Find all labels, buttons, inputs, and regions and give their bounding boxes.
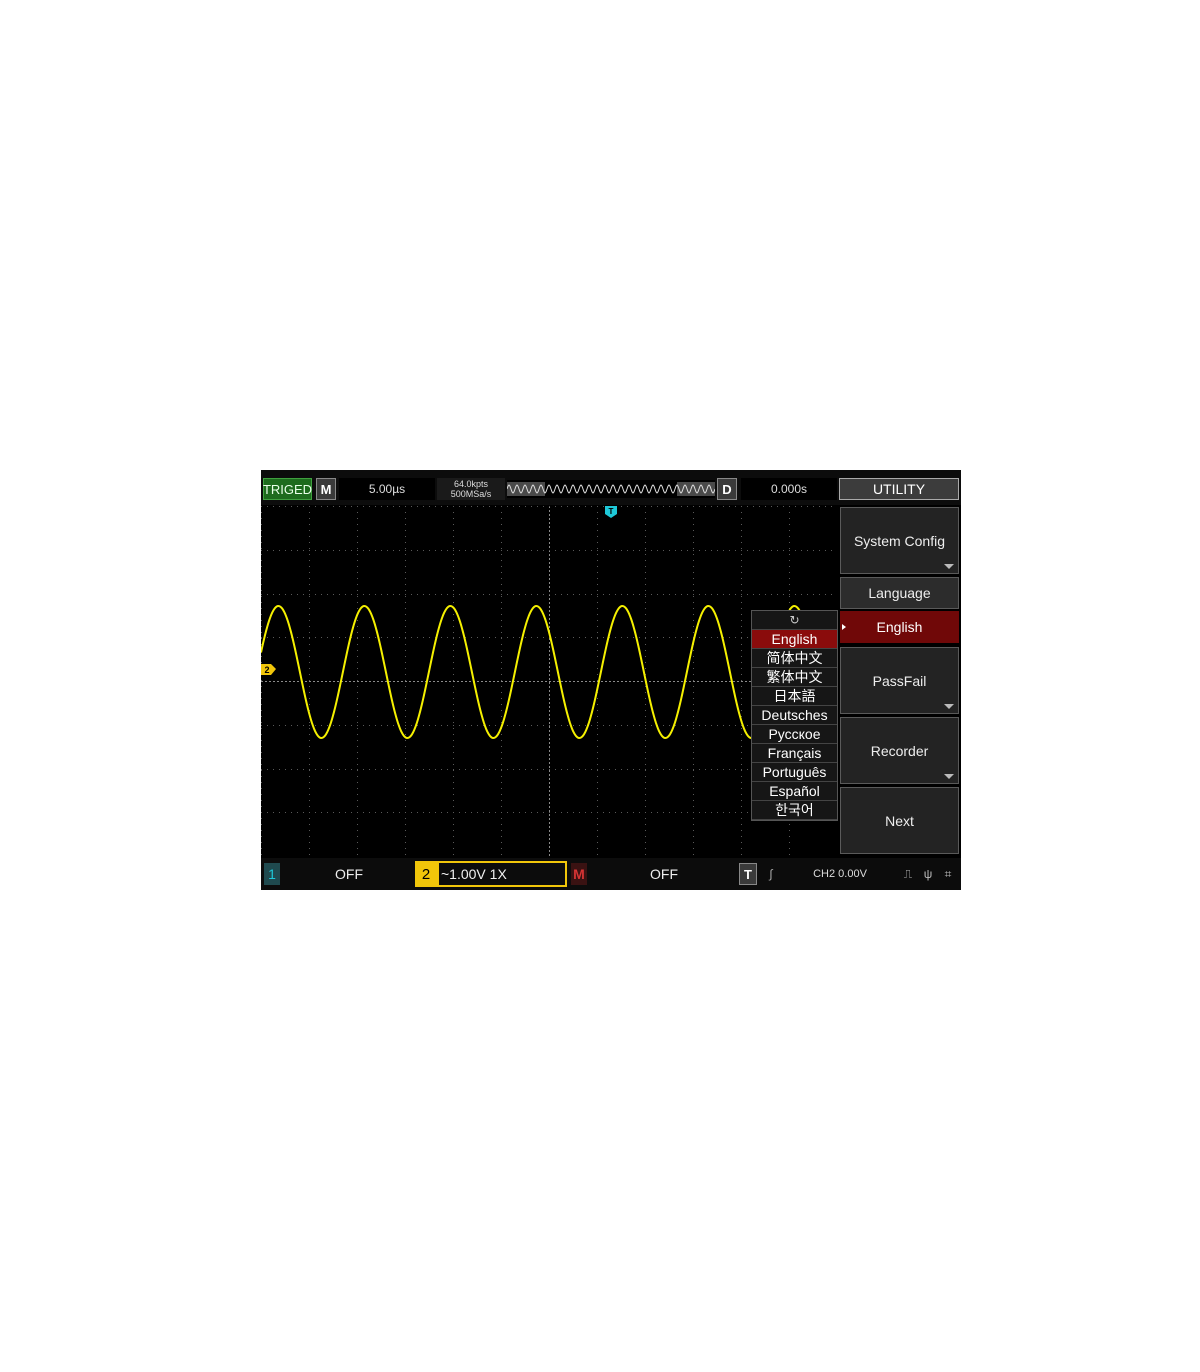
- trigger-status-badge: TRIGED: [263, 478, 312, 500]
- submenu-down-icon: [944, 564, 954, 569]
- sample-rate: 500MSa/s: [450, 489, 492, 499]
- bottom-status-bar: 1 OFF 2 ~1.00V 1X M OFF T ∫ CH2 0.00V ⎍ …: [261, 858, 961, 890]
- language-option-japanese[interactable]: 日本語: [752, 687, 837, 706]
- trigger-marker-label: T: [609, 507, 614, 516]
- submenu-down-icon: [944, 774, 954, 779]
- network-icon: ⌗: [944, 866, 952, 881]
- usb-connection-icon: ψ: [923, 867, 933, 881]
- acquisition-info: 64.0kpts 500MSa/s: [437, 478, 505, 500]
- language-current-label: English: [876, 619, 923, 635]
- pointer-right-icon: [842, 624, 846, 630]
- mode-badge: M: [316, 478, 336, 500]
- system-config-label: System Config: [853, 532, 946, 549]
- language-option-traditional-chinese[interactable]: 繁体中文: [752, 668, 837, 687]
- system-config-button[interactable]: System Config: [840, 507, 959, 574]
- next-button[interactable]: Next: [840, 787, 959, 854]
- language-option-portuguese[interactable]: Português: [752, 763, 837, 782]
- ch1-value: OFF: [335, 866, 363, 882]
- ch2-ground-marker[interactable]: 2: [261, 664, 276, 675]
- language-dropdown[interactable]: ↻ English 简体中文 繁体中文 日本語 Deutsches Русско…: [751, 610, 838, 821]
- timebase-readout: 5.00µs: [339, 478, 435, 500]
- trigger-level-readout: CH2 0.00V: [813, 868, 867, 880]
- language-option-simplified-chinese[interactable]: 简体中文: [752, 649, 837, 668]
- oscilloscope-screen: TRIGED M 5.00µs 64.0kpts 500MSa/s D 0.00…: [261, 470, 961, 890]
- math-badge[interactable]: M: [571, 863, 587, 885]
- memory-depth: 64.0kpts: [453, 479, 489, 489]
- recorder-button[interactable]: Recorder: [840, 717, 959, 784]
- delay-readout: 0.000s: [741, 478, 837, 500]
- language-option-spanish[interactable]: Español: [752, 782, 837, 801]
- recorder-label: Recorder: [870, 742, 929, 759]
- language-option-russian[interactable]: Русское: [752, 725, 837, 744]
- passfail-label: PassFail: [872, 672, 927, 689]
- trigger-badge[interactable]: T: [739, 863, 757, 885]
- ch1-badge[interactable]: 1: [264, 863, 280, 885]
- language-option-german[interactable]: Deutsches: [752, 706, 837, 725]
- ch2-badge[interactable]: 2: [415, 861, 437, 887]
- ch2-marker-label: 2: [264, 665, 269, 675]
- language-current-button[interactable]: English: [840, 611, 959, 643]
- passfail-button[interactable]: PassFail: [840, 647, 959, 714]
- language-menu-header[interactable]: Language: [840, 577, 959, 609]
- menu-title: UTILITY: [839, 478, 959, 500]
- delay-badge: D: [717, 478, 737, 500]
- rising-edge-icon: ∫: [769, 867, 773, 881]
- language-option-english[interactable]: English: [752, 630, 837, 649]
- usb-storage-icon: ⎍: [903, 866, 913, 881]
- trigger-position-marker: T: [605, 506, 617, 518]
- top-status-bar: TRIGED M 5.00µs 64.0kpts 500MSa/s D 0.00…: [261, 470, 961, 505]
- refresh-icon: ↻: [752, 611, 837, 630]
- ch2-value: ~1.00V 1X: [437, 861, 567, 887]
- language-option-korean[interactable]: 한국어: [752, 801, 837, 820]
- submenu-down-icon: [944, 704, 954, 709]
- next-label: Next: [885, 812, 914, 829]
- memory-overview-strip: [507, 480, 715, 498]
- language-option-french[interactable]: Français: [752, 744, 837, 763]
- math-value: OFF: [650, 866, 678, 882]
